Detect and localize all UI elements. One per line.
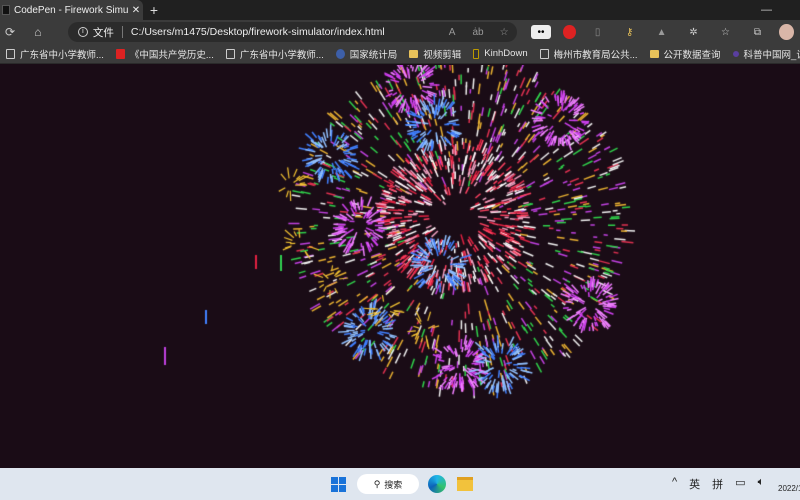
add-favorite-icon[interactable]: ☆ — [491, 27, 517, 38]
extension-bell-icon[interactable]: ▲ — [652, 25, 672, 39]
extensions-icon[interactable]: ✲ — [684, 25, 704, 39]
taskbar: ⚲ 搜索 ^ 英 拼 ▭ 🔈︎ 2022/1 — [0, 468, 800, 500]
bookmark-item[interactable]: 公开数据查询 — [649, 47, 721, 61]
minimize-button[interactable]: — — [761, 4, 772, 16]
tab-close-icon[interactable]: ✕ — [129, 5, 143, 16]
extension-icon[interactable]: •• — [531, 25, 551, 39]
navigation-bar: ⟳ ⌂ i 文件 C:/Users/m1475/Desktop/firework… — [0, 20, 800, 44]
bookmark-item[interactable]: 国家统计局 — [335, 47, 398, 61]
bookmark-label: KinhDown — [484, 48, 528, 59]
extension-red-icon[interactable] — [563, 25, 576, 39]
codepen-favicon-icon — [2, 5, 10, 15]
firework-canvas[interactable] — [0, 65, 800, 468]
bookmark-label: 公开数据查询 — [663, 49, 721, 61]
bookmark-item[interactable]: 广东省中小学教师... — [225, 47, 324, 61]
network-icon[interactable]: ▭ — [735, 476, 745, 492]
volume-icon[interactable]: 🔈︎ — [758, 476, 765, 492]
bookmark-item[interactable]: 《中国共产党历史... — [115, 47, 214, 61]
bookmark-item[interactable]: 科普中国网_让科技... — [732, 47, 800, 61]
translate-icon[interactable]: ȧb — [465, 27, 491, 38]
bookmark-label: 科普中国网_让科技... — [743, 49, 800, 61]
tab-firework-simulator[interactable]: CodePen - Firework Simulator v2 ✕ — [0, 0, 143, 20]
chevron-up-icon[interactable]: ^ — [672, 476, 677, 492]
taskbar-search-button[interactable]: ⚲ 搜索 — [357, 474, 419, 494]
tab-title: CodePen - Firework Simulator v2 — [14, 4, 129, 16]
profile-avatar[interactable] — [779, 24, 794, 40]
bookmark-page-icon — [225, 48, 235, 59]
system-tray: ^ 英 拼 ▭ 🔈︎ — [672, 476, 764, 492]
search-label: 搜索 — [384, 479, 403, 490]
bookmark-folder-icon — [649, 49, 659, 58]
favorites-icon[interactable]: ☆ — [716, 25, 736, 39]
bookmark-item[interactable]: KinhDown — [473, 48, 528, 59]
bookmark-k-icon — [473, 48, 480, 59]
edge-icon[interactable] — [428, 475, 446, 493]
bookmark-label: 梅州市教育局公共... — [553, 49, 638, 61]
bookmark-red-icon — [115, 48, 125, 59]
address-bar[interactable]: i 文件 C:/Users/m1475/Desktop/firework-sim… — [67, 22, 518, 42]
new-tab-button[interactable]: + — [143, 0, 165, 20]
file-explorer-icon[interactable] — [457, 477, 473, 491]
extension-key-icon[interactable]: ⚷ — [620, 25, 640, 39]
home-icon[interactable]: ⌂ — [28, 25, 48, 39]
bookmark-label: 《中国共产党历史... — [129, 49, 214, 61]
bookmark-item[interactable]: 视频剪辑 — [409, 47, 461, 61]
info-icon[interactable]: i — [77, 27, 88, 37]
bookmark-item[interactable]: 广东省中小学教师... — [6, 47, 104, 61]
extension-doc-icon[interactable]: ▯ — [588, 25, 608, 39]
ime-mode[interactable]: 拼 — [712, 476, 723, 492]
read-aloud-icon[interactable]: A — [439, 27, 465, 38]
tab-bar: CodePen - Firework Simulator v2 ✕ + — — [0, 0, 800, 20]
refresh-icon[interactable]: ⟳ — [0, 25, 20, 39]
bookmark-dot-icon — [732, 50, 739, 57]
address-label: 文件 — [92, 26, 114, 39]
bookmarks-bar: 广东省中小学教师... 《中国共产党历史... 广东省中小学教师... 国家统计局 视频… — [0, 44, 800, 64]
bookmark-label: 广东省中小学教师... — [20, 49, 104, 61]
bookmark-page-icon — [539, 48, 549, 59]
ime-language[interactable]: 英 — [689, 476, 700, 492]
bookmark-label: 视频剪辑 — [423, 49, 462, 61]
bookmark-blue-icon — [335, 48, 345, 59]
bookmark-folder-icon — [409, 49, 419, 58]
bookmark-label: 广东省中小学教师... — [239, 49, 324, 61]
clock-date[interactable]: 2022/1 — [778, 484, 800, 493]
bookmark-item[interactable]: 梅州市教育局公共... — [539, 47, 638, 61]
start-button[interactable] — [331, 477, 346, 492]
search-icon: ⚲ — [373, 478, 381, 489]
bookmark-label: 国家统计局 — [349, 49, 398, 61]
address-separator — [121, 26, 123, 38]
bookmark-page-icon — [6, 48, 15, 59]
collections-icon[interactable]: ⧉ — [747, 25, 767, 39]
url-input[interactable]: C:/Users/m1475/Desktop/firework-simulato… — [131, 26, 439, 38]
